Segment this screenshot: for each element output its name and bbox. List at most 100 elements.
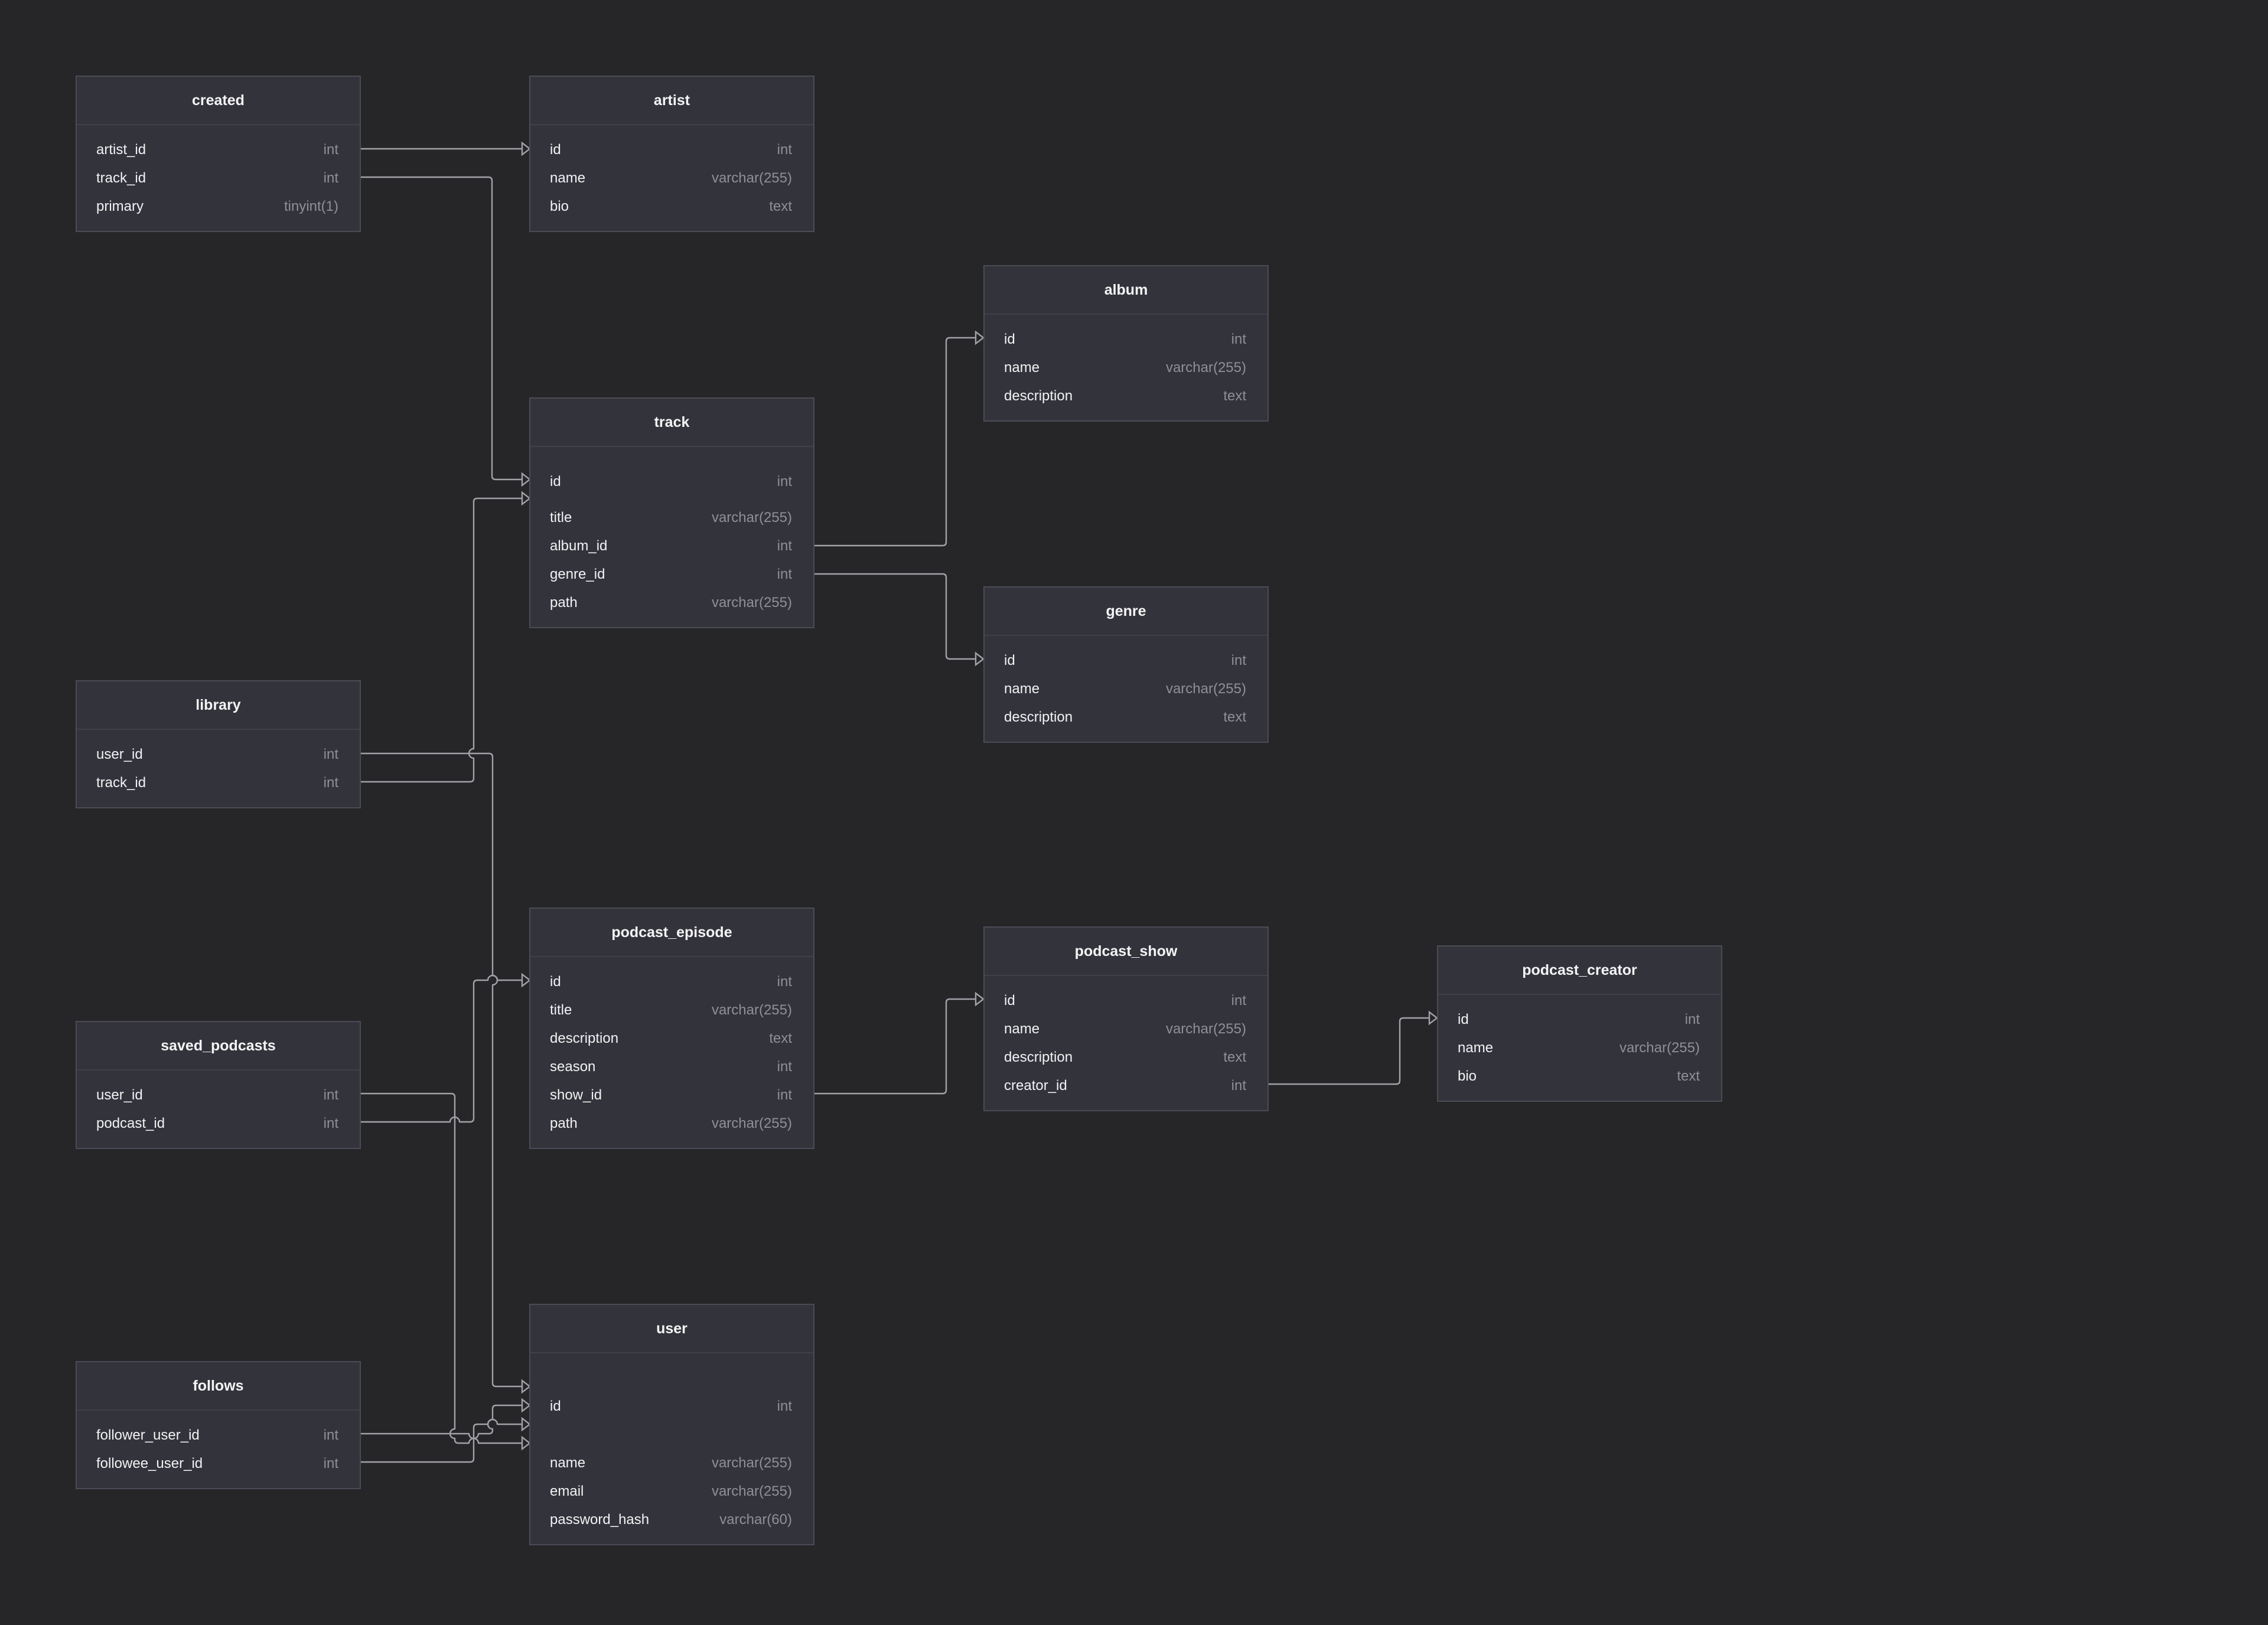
field-type: text — [1223, 1049, 1246, 1065]
field-type: varchar(60) — [719, 1512, 792, 1528]
field-name: id — [550, 1398, 561, 1414]
field-row[interactable]: name varchar(255) — [985, 675, 1267, 703]
field-row[interactable]: season int — [530, 1053, 813, 1081]
table-track[interactable]: track id int title varchar(255) album_id in… — [529, 397, 814, 628]
field-row[interactable]: album_id int — [530, 532, 813, 560]
field-type: varchar(255) — [1165, 360, 1246, 376]
field-row[interactable]: path varchar(255) — [530, 589, 813, 617]
field-row[interactable]: id int — [530, 968, 813, 996]
table-library[interactable]: library user_id int track_id int — [76, 680, 361, 808]
table-podcast-creator[interactable]: podcast_creator id int name varchar(255) b… — [1437, 945, 1722, 1102]
table-title: album — [985, 266, 1267, 315]
edge-show-creator[interactable] — [1268, 1010, 1438, 1085]
table-title: genre — [985, 588, 1267, 636]
field-name: podcast_id — [96, 1115, 165, 1131]
field-row[interactable]: name varchar(255) — [530, 1449, 813, 1477]
field-row[interactable]: id int — [530, 136, 813, 164]
field-row[interactable]: bio text — [1438, 1062, 1721, 1091]
field-row[interactable]: id int — [985, 987, 1267, 1015]
field-name: artist_id — [96, 142, 146, 158]
edge-library-track[interactable] — [361, 491, 531, 783]
edge-episode-show[interactable] — [814, 991, 985, 1095]
field-row[interactable]: path varchar(255) — [530, 1110, 813, 1138]
table-created[interactable]: created artist_id int track_id int primary… — [76, 76, 361, 232]
field-name: show_id — [550, 1087, 602, 1103]
field-row[interactable]: description text — [985, 382, 1267, 410]
edge-library-user[interactable] — [361, 752, 531, 1394]
edge-saved-user[interactable] — [361, 1092, 531, 1451]
edge-follower-user[interactable] — [361, 1398, 531, 1440]
table-genre[interactable]: genre id int name varchar(255) description… — [983, 586, 1269, 743]
field-row[interactable]: description text — [530, 1024, 813, 1053]
table-podcast-episode[interactable]: podcast_episode id int title varchar(255) … — [529, 908, 814, 1149]
field-row[interactable]: track_id int — [77, 769, 360, 797]
field-name: id — [1004, 652, 1015, 668]
field-type: int — [777, 1398, 792, 1414]
field-name: track_id — [96, 775, 146, 791]
field-row[interactable]: id int — [1438, 1006, 1721, 1034]
field-row[interactable]: name varchar(255) — [1438, 1034, 1721, 1062]
field-name: name — [550, 170, 586, 186]
table-podcast-show[interactable]: podcast_show id int name varchar(255) desc… — [983, 926, 1269, 1111]
field-row[interactable]: bio text — [530, 192, 813, 221]
field-row[interactable]: show_id int — [530, 1081, 813, 1110]
field-type: int — [777, 974, 792, 990]
field-row[interactable]: description text — [985, 1043, 1267, 1072]
field-row[interactable]: id int — [530, 458, 813, 504]
field-row[interactable]: name varchar(255) — [985, 354, 1267, 382]
field-row[interactable]: id int — [985, 325, 1267, 354]
table-title: artist — [530, 77, 813, 125]
field-row[interactable]: name varchar(255) — [530, 164, 813, 192]
field-type: int — [323, 170, 338, 186]
table-artist[interactable]: artist id int name varchar(255) bio text — [529, 76, 814, 232]
edge-created-artist[interactable] — [361, 141, 531, 156]
field-name: path — [550, 595, 578, 611]
field-name: name — [1458, 1040, 1494, 1056]
field-name: description — [550, 1030, 619, 1046]
field-row[interactable]: id int — [530, 1364, 813, 1449]
field-type: text — [769, 198, 792, 214]
arrow-head-icon — [1428, 1010, 1438, 1026]
field-name: description — [1004, 1049, 1073, 1065]
field-type: text — [1677, 1068, 1700, 1084]
field-name: id — [550, 974, 561, 990]
table-title: podcast_episode — [530, 909, 813, 957]
field-row[interactable]: user_id int — [77, 740, 360, 769]
edge-created-track[interactable] — [361, 176, 531, 487]
field-row[interactable]: artist_id int — [77, 136, 360, 164]
field-type: int — [777, 566, 792, 582]
edge-followee-user[interactable] — [361, 1417, 531, 1463]
field-row[interactable]: follower_user_id int — [77, 1421, 360, 1450]
field-type: text — [1223, 709, 1246, 725]
field-row[interactable]: title varchar(255) — [530, 504, 813, 532]
field-row[interactable]: followee_user_id int — [77, 1450, 360, 1478]
field-row[interactable]: description text — [985, 703, 1267, 732]
field-type: varchar(255) — [1619, 1040, 1700, 1056]
field-type: varchar(255) — [711, 1455, 792, 1471]
field-row[interactable]: title varchar(255) — [530, 996, 813, 1024]
field-name: id — [550, 142, 561, 158]
field-row[interactable]: genre_id int — [530, 560, 813, 589]
edge-saved-episode[interactable] — [361, 973, 531, 1123]
field-row[interactable]: email varchar(255) — [530, 1477, 813, 1506]
field-type: tinyint(1) — [284, 198, 338, 214]
field-row[interactable]: podcast_id int — [77, 1110, 360, 1138]
arrow-head-icon — [975, 651, 985, 667]
field-row[interactable]: creator_id int — [985, 1072, 1267, 1100]
edge-track-genre[interactable] — [814, 573, 985, 667]
field-type: int — [1231, 993, 1246, 1009]
field-row[interactable]: name varchar(255) — [985, 1015, 1267, 1043]
field-row[interactable]: user_id int — [77, 1081, 360, 1110]
field-name: bio — [550, 198, 569, 214]
field-row[interactable]: track_id int — [77, 164, 360, 192]
table-follows[interactable]: follows follower_user_id int followee_use… — [76, 1361, 361, 1489]
field-row[interactable]: id int — [985, 647, 1267, 675]
table-saved-podcasts[interactable]: saved_podcasts user_id int podcast_id int — [76, 1021, 361, 1149]
edge-track-album[interactable] — [814, 330, 985, 547]
field-row[interactable]: primary tinyint(1) — [77, 192, 360, 221]
field-row[interactable]: password_hash varchar(60) — [530, 1506, 813, 1534]
arrow-head-icon — [975, 330, 985, 345]
table-album[interactable]: album id int name varchar(255) description… — [983, 265, 1269, 422]
field-type: varchar(255) — [1165, 681, 1246, 697]
table-user[interactable]: user id int name varchar(255) email varchar… — [529, 1304, 814, 1545]
